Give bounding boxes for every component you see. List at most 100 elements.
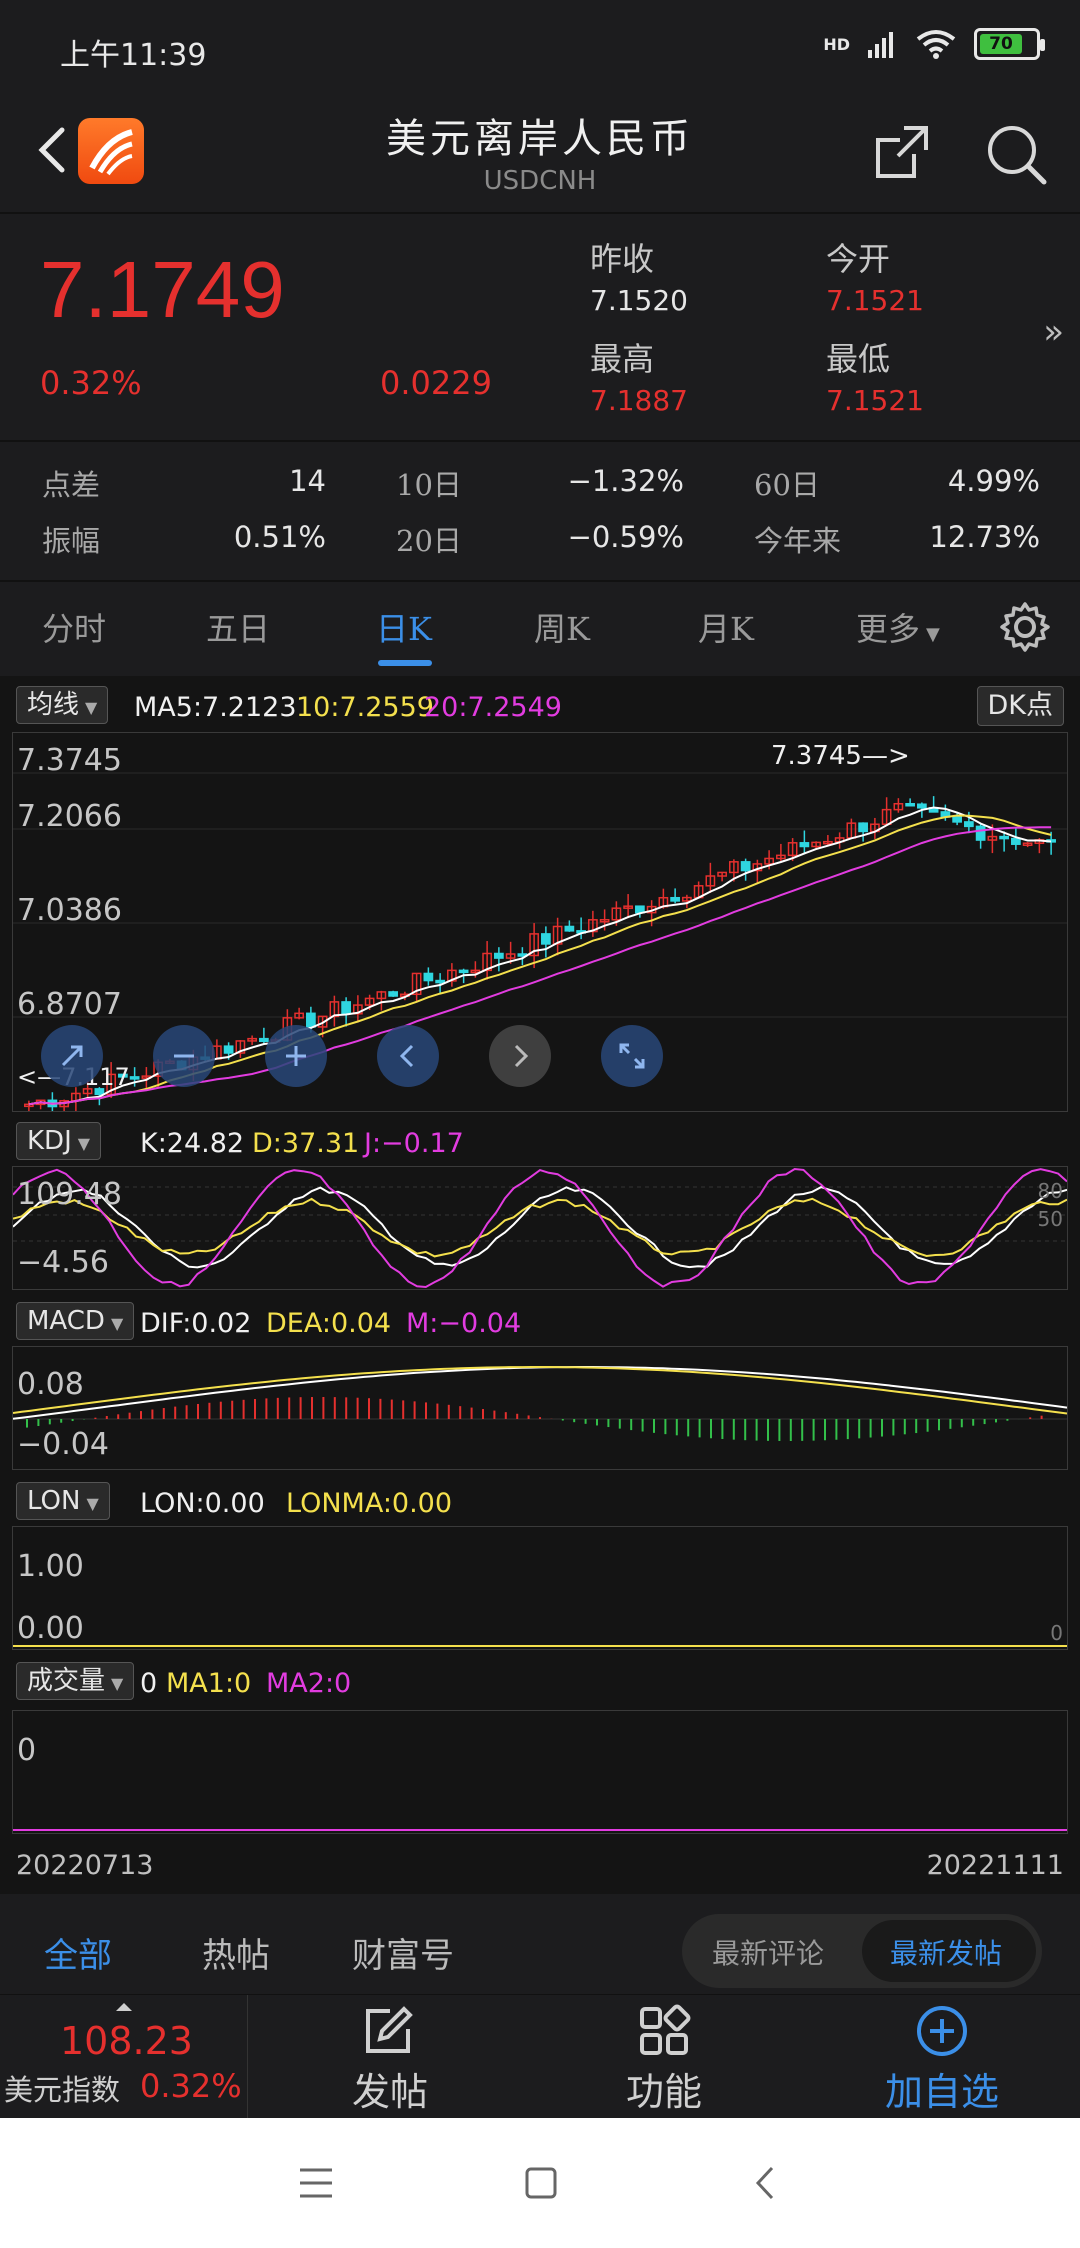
more-quote-button[interactable]: » [1043,312,1064,352]
macd-svg [13,1366,1067,1441]
period-tabs: 分时 五日 日K 周K 月K 更多 ▼ [0,582,1080,674]
macd-dea-value: DEA:0.04 [266,1308,392,1339]
ma-select-label: 均线 [27,690,80,720]
lon-chart: 1.00 0.00 0 [12,1526,1068,1650]
tab-five-day[interactable]: 五日 [206,604,270,650]
active-tab-indicator [378,660,432,666]
stats-panel: 点差 14 10日 −1.32% 60日 4.99% 振幅 0.51% 20日 … [0,442,1080,580]
add-watchlist-button[interactable]: 加自选 [842,1995,1042,2119]
candle [447,963,457,987]
candle [623,894,633,919]
dollar-index-ticker[interactable]: 108.23 美元指数 0.32% [0,1995,248,2119]
zoom-out-button[interactable] [41,1025,103,1087]
amplitude-label: 振幅 [42,524,101,558]
caret-down-icon: ▼ [926,624,940,645]
gear-icon[interactable] [998,600,1052,654]
candle [752,859,763,884]
home-icon[interactable] [524,2166,558,2200]
d10-value: −1.32% [567,464,684,498]
wifi-icon [916,30,956,59]
volume-ma1: MA1:0 [166,1668,252,1699]
plus-button[interactable] [265,1025,327,1087]
candlestick-chart[interactable]: 7.3745 7.2066 7.0386 6.8707 7.3745—> <—7… [12,732,1068,1112]
d20-value: −0.59% [567,520,684,554]
d60-label: 60日 [754,468,820,502]
quote-panel: 7.1749 0.32% 0.0229 昨收 7.1520 今开 7.1521 … [0,214,1080,440]
minus-button[interactable] [153,1025,215,1087]
change-percent: 0.32% [40,364,142,402]
battery-icon: 70 [974,28,1045,60]
tab-more[interactable]: 更多 ▼ [856,604,940,650]
candle [975,823,986,849]
ma-select-button[interactable]: 均线 ▼ [16,686,109,724]
candle [376,990,387,1011]
edit-icon [366,2006,413,2053]
sort-latest-post[interactable]: 最新发帖 [890,1932,1002,1972]
candle [411,972,422,1003]
y-tick-label: 7.2066 [17,799,122,834]
function-label: 功能 [625,2070,702,2114]
scroll-left-button[interactable] [377,1025,439,1087]
post-button[interactable]: 发帖 [290,1995,490,2119]
lon-select-label: LON [27,1486,81,1516]
spread-label: 点差 [42,468,101,502]
ytd-label: 今年来 [754,524,842,558]
peak-annotation: 7.3745—> [771,741,910,771]
caret-down-icon: ▼ [111,1674,124,1693]
sort-latest-comment[interactable]: 最新评论 [712,1932,824,1972]
candle [47,1092,58,1111]
macd-m-value: M:−0.04 [406,1308,522,1339]
fullscreen-button[interactable] [601,1025,663,1087]
candle [423,967,434,986]
dk-point-button[interactable]: DK点 [976,686,1064,726]
chevron-right-icon [514,1044,529,1068]
volume-chart: 0 [12,1710,1068,1834]
tab-intraday[interactable]: 分时 [42,604,106,650]
function-button[interactable]: 功能 [564,1995,764,2119]
feed-tabs: 全部 热帖 财富号 最新评论 最新发帖 [0,1894,1080,1994]
low-value: 7.1521 [826,384,924,417]
last-price: 7.1749 [40,245,285,334]
volume-line [13,1829,1067,1831]
volume-select-button[interactable]: 成交量 ▼ [16,1662,135,1700]
feed-tab-all[interactable]: 全部 [44,1928,112,1977]
search-icon[interactable] [982,120,1048,186]
status-time: 上午11:39 [60,38,207,73]
candle [259,1027,269,1044]
kdj-select-button[interactable]: KDJ ▼ [16,1122,102,1160]
tab-weekly-k[interactable]: 周K [534,604,590,650]
volume-indicator-row: 成交量 ▼ 0 MA1:0 MA2:0 [0,1656,1080,1706]
lon-select-button[interactable]: LON ▼ [16,1482,110,1520]
kdj-line [13,1167,1067,1289]
kdj-indicator-row: KDJ ▼ K:24.82 D:37.31 J:−0.17 [0,1116,1080,1166]
macd-select-button[interactable]: MACD ▼ [16,1302,135,1340]
candle [1022,842,1033,848]
candle [646,900,657,927]
feed-tab-wealth[interactable]: 财富号 [352,1928,454,1977]
candle [870,817,880,840]
back-icon[interactable] [752,2164,778,2202]
candle [588,910,598,937]
candle [881,797,892,826]
lon-indicator-row: LON ▼ LON:0.00 LONMA:0.00 [0,1476,1080,1526]
candle [670,888,680,904]
candle [717,871,727,882]
arrows-icon [61,1045,83,1067]
ma5-value: MA5:7.2123 [134,692,297,723]
kdj-svg [13,1167,1067,1289]
scroll-right-button[interactable] [489,1025,551,1087]
macd-chart: 0.08 −0.04 [12,1346,1068,1470]
change-amount: 0.0229 [380,364,492,402]
kdj-line [13,1186,1067,1269]
header: 美元离岸人民币 USDCNH [0,100,1080,212]
candle [799,830,810,855]
tab-monthly-k[interactable]: 月K [698,604,754,650]
date-end: 20221111 [926,1850,1064,1881]
share-icon[interactable] [870,120,934,184]
kdj-j-value: J:−0.17 [364,1128,464,1159]
tab-daily-k[interactable]: 日K [376,604,432,650]
menu-icon[interactable] [298,2166,334,2200]
feed-tab-hot[interactable]: 热帖 [202,1928,270,1977]
grid-icon [640,2004,691,2055]
high-value: 7.1887 [590,384,688,417]
